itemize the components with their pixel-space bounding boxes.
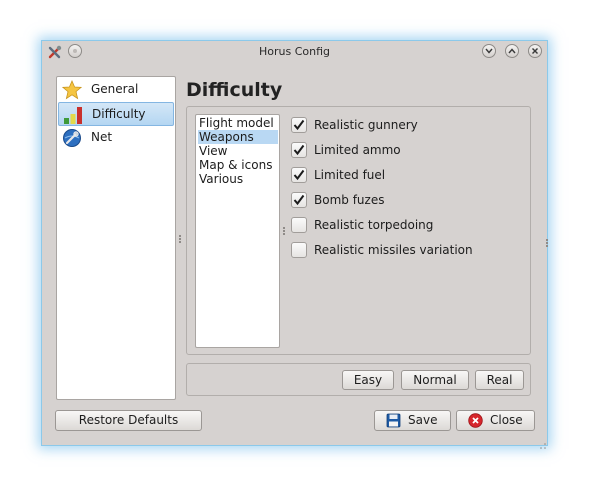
sidebar-item-label: General [91, 82, 139, 96]
maximize-icon[interactable] [505, 44, 519, 58]
restore-defaults-button[interactable]: Restore Defaults [55, 410, 202, 431]
star-icon [61, 79, 83, 100]
list-item-various[interactable]: Various [198, 172, 278, 186]
sidebar-item-label: Net [91, 130, 113, 144]
checkbox-label: Bomb fuzes [314, 193, 385, 207]
list-splitter-handle[interactable] [283, 227, 285, 236]
sidebar-item-net[interactable]: Net [58, 126, 174, 150]
list-item-weapons[interactable]: Weapons [198, 130, 278, 144]
checkbox-label: Realistic torpedoing [314, 218, 434, 232]
title-bar[interactable]: Horus Config [42, 41, 547, 63]
checkbox-checked-icon[interactable] [291, 192, 307, 208]
close-button[interactable]: Close [456, 410, 535, 431]
wrench-globe-icon [62, 128, 82, 148]
checkbox-checked-icon[interactable] [291, 142, 307, 158]
page-title: Difficulty [186, 79, 283, 101]
close-circle-icon [468, 413, 483, 428]
close-button-label: Close [490, 413, 523, 427]
bar-chart-icon [63, 105, 83, 125]
sidebar-splitter-handle[interactable] [179, 235, 181, 244]
checkbox-label: Realistic gunnery [314, 118, 418, 132]
list-item-flight-model[interactable]: Flight model [198, 116, 278, 130]
checkbox-checked-icon[interactable] [291, 117, 307, 133]
save-button-label: Save [408, 413, 438, 427]
checkbox-unchecked-icon[interactable] [291, 217, 307, 233]
sidebar-item-general[interactable]: General [58, 78, 174, 102]
config-dialog: Horus Config General Difficulty Net Diff… [41, 40, 548, 449]
checkbox-unchecked-icon[interactable] [291, 242, 307, 258]
difficulty-settings-group: Flight model Weapons View Map & icons Va… [186, 106, 531, 355]
list-item-map-icons[interactable]: Map & icons [198, 158, 278, 172]
category-sidebar: General Difficulty Net [56, 76, 176, 400]
easy-button[interactable]: Easy [342, 370, 394, 390]
checkbox-checked-icon[interactable] [291, 167, 307, 183]
window-title: Horus Config [258, 45, 331, 58]
minimize-icon[interactable] [482, 44, 496, 58]
real-button[interactable]: Real [475, 370, 524, 390]
checkbox-label: Limited fuel [314, 168, 386, 182]
resize-corner-icon[interactable] [540, 438, 546, 449]
checkbox-label: Limited ammo [314, 143, 401, 157]
close-window-icon[interactable] [528, 44, 542, 58]
save-button[interactable]: Save [374, 410, 451, 431]
resize-grip-right[interactable] [546, 239, 548, 248]
floppy-disk-icon [386, 413, 401, 428]
subcategory-list[interactable]: Flight model Weapons View Map & icons Va… [195, 114, 280, 348]
normal-button[interactable]: Normal [401, 370, 469, 390]
sidebar-item-label: Difficulty [92, 107, 146, 121]
preset-buttons-group: Easy Normal Real [186, 363, 531, 396]
checkbox-label: Realistic missiles variation [314, 243, 473, 257]
list-item-view[interactable]: View [198, 144, 278, 158]
sidebar-item-difficulty[interactable]: Difficulty [58, 102, 174, 126]
